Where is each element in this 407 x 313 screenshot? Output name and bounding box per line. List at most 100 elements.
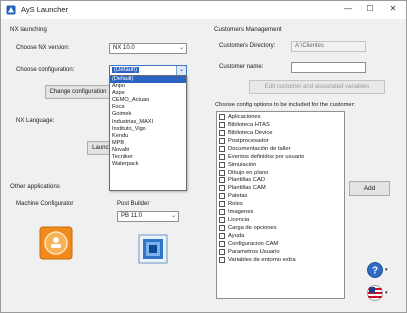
config-option-row[interactable]: Postprocesador	[217, 137, 344, 145]
config-value: (Default)	[112, 67, 140, 73]
config-option-row[interactable]: Imagenes	[217, 208, 344, 216]
launcher-window: AyS Launcher — ☐ ✕ NX launching Choose N…	[0, 0, 407, 313]
maximize-button[interactable]: ☐	[359, 1, 381, 17]
edit-customer-button[interactable]: Edit customer and associated variables	[249, 80, 385, 94]
chevron-down-icon[interactable]: ▾	[385, 290, 388, 296]
chevron-down-icon: ⌄	[170, 213, 176, 219]
option-label: Licencia	[228, 217, 250, 224]
config-option-row[interactable]: Roles	[217, 200, 344, 208]
option-label: Carga de opciones	[228, 225, 277, 232]
option-checkbox[interactable]	[219, 233, 225, 240]
config-option[interactable]: Tecniker	[110, 154, 186, 161]
option-checkbox[interactable]	[219, 129, 225, 136]
option-checkbox[interactable]	[219, 248, 225, 255]
config-option-row[interactable]: Aplicaciones	[217, 113, 344, 121]
option-checkbox[interactable]	[219, 121, 225, 128]
option-label: Plantillas CAM	[228, 185, 266, 192]
option-label: Eventos definidos por usuario	[228, 153, 305, 160]
customers-directory-field[interactable]: A:\Clientes	[291, 41, 366, 52]
config-option-row[interactable]: Ayuda	[217, 232, 344, 240]
config-option-row[interactable]: Biblioteca HTAS	[217, 121, 344, 129]
post-builder-icon[interactable]	[138, 234, 168, 264]
option-label: Documentación de taller	[228, 145, 291, 152]
config-dropdown-list[interactable]: (Default) Anpo Aspe CEMO_Actuan Foca Goimek In…	[109, 75, 187, 191]
post-builder-version-value: PB 11.0	[121, 213, 142, 219]
customer-name-field[interactable]	[291, 62, 366, 73]
option-checkbox[interactable]	[219, 137, 225, 144]
config-option[interactable]: Waterpack	[110, 161, 186, 168]
config-label: Choose configuration:	[16, 67, 75, 73]
config-option[interactable]: MPB	[110, 140, 186, 147]
option-label: Imagenes	[228, 209, 254, 216]
config-option-row[interactable]: Configuracion CAM	[217, 240, 344, 248]
option-label: Simulación	[228, 161, 257, 168]
option-checkbox[interactable]	[219, 177, 225, 184]
config-option[interactable]: CEMO_Actuan	[110, 97, 186, 104]
config-option-row[interactable]: Paletas	[217, 192, 344, 200]
config-options-label: Choose config options to be included for…	[215, 102, 356, 108]
config-option-row[interactable]: Documentación de taller	[217, 145, 344, 153]
app-icon	[6, 5, 16, 15]
config-option-row[interactable]: Plantillas CAM	[217, 184, 344, 192]
config-option-row[interactable]: Plantillas CAD	[217, 177, 344, 185]
option-checkbox[interactable]	[219, 113, 225, 120]
nx-version-select[interactable]: NX 10.0 ⌄	[109, 43, 187, 54]
customer-name-label: Customer name:	[219, 64, 264, 70]
flag-icon[interactable]	[367, 285, 383, 301]
config-option[interactable]: Instituto_Vigo	[110, 126, 186, 133]
config-option[interactable]: Goimek	[110, 111, 186, 118]
option-checkbox[interactable]	[219, 153, 225, 160]
option-label: Parametros Usuario	[228, 248, 280, 255]
config-option-row[interactable]: Carga de opciones	[217, 224, 344, 232]
config-option[interactable]: Foca	[110, 104, 186, 111]
option-label: Dibujo en plano	[228, 169, 269, 176]
other-applications-section-label: Other applications	[10, 183, 60, 190]
config-option-row[interactable]: Eventos definidos por usuario	[217, 153, 344, 161]
option-checkbox[interactable]	[219, 193, 225, 200]
option-checkbox[interactable]	[219, 209, 225, 216]
option-checkbox[interactable]	[219, 225, 225, 232]
option-label: Configuracion CAM	[228, 240, 279, 247]
option-label: Biblioteca HTAS	[228, 121, 270, 128]
option-checkbox[interactable]	[219, 185, 225, 192]
nx-version-label: Choose NX version:	[16, 45, 70, 51]
machine-configurator-icon[interactable]	[39, 226, 73, 260]
config-option-row[interactable]: Variables de entorno extra	[217, 256, 344, 264]
option-label: Variables de entorno extra	[228, 256, 296, 263]
svg-text:?: ?	[372, 266, 378, 277]
option-checkbox[interactable]	[219, 217, 225, 224]
option-checkbox[interactable]	[219, 161, 225, 168]
config-option[interactable]: Industrias_MAXI	[110, 119, 186, 126]
title-bar: AyS Launcher — ☐ ✕	[1, 1, 406, 19]
window-title: AyS Launcher	[21, 5, 68, 14]
config-option[interactable]: Aspe	[110, 90, 186, 97]
option-label: Ayuda	[228, 233, 245, 240]
config-option[interactable]: Kendu	[110, 133, 186, 140]
option-label: Paletas	[228, 193, 248, 200]
chevron-down-icon: ⌄	[178, 45, 184, 51]
config-option-row[interactable]: Licencia	[217, 216, 344, 224]
help-icon[interactable]: ?	[367, 262, 383, 278]
option-checkbox[interactable]	[219, 169, 225, 176]
config-option-row[interactable]: Parametros Usuario	[217, 248, 344, 256]
config-option[interactable]: (Default)	[110, 76, 186, 84]
option-checkbox[interactable]	[219, 256, 225, 263]
close-button[interactable]: ✕	[382, 1, 404, 17]
option-checkbox[interactable]	[219, 201, 225, 208]
config-option-row[interactable]: Biblioteca Device	[217, 129, 344, 137]
config-option-row[interactable]: Simulación	[217, 161, 344, 169]
change-configuration-button[interactable]: Change configuration	[45, 85, 111, 99]
option-label: Biblioteca Device	[228, 129, 273, 136]
add-button[interactable]: Add	[349, 181, 390, 196]
config-option-row[interactable]: Dibujo en plano	[217, 169, 344, 177]
post-builder-version-select[interactable]: PB 11.0 ⌄	[117, 211, 179, 222]
option-label: Plantillas CAD	[228, 177, 266, 184]
chevron-down-icon[interactable]: ⌄	[176, 66, 186, 75]
option-checkbox[interactable]	[219, 240, 225, 247]
config-option[interactable]: Anpo	[110, 83, 186, 90]
config-option[interactable]: Novalti	[110, 147, 186, 154]
chevron-down-icon[interactable]: ▾	[385, 267, 388, 273]
minimize-button[interactable]: —	[337, 1, 359, 17]
option-checkbox[interactable]	[219, 145, 225, 152]
config-options-list[interactable]: Aplicaciones Biblioteca HTAS Biblioteca De…	[216, 111, 345, 299]
